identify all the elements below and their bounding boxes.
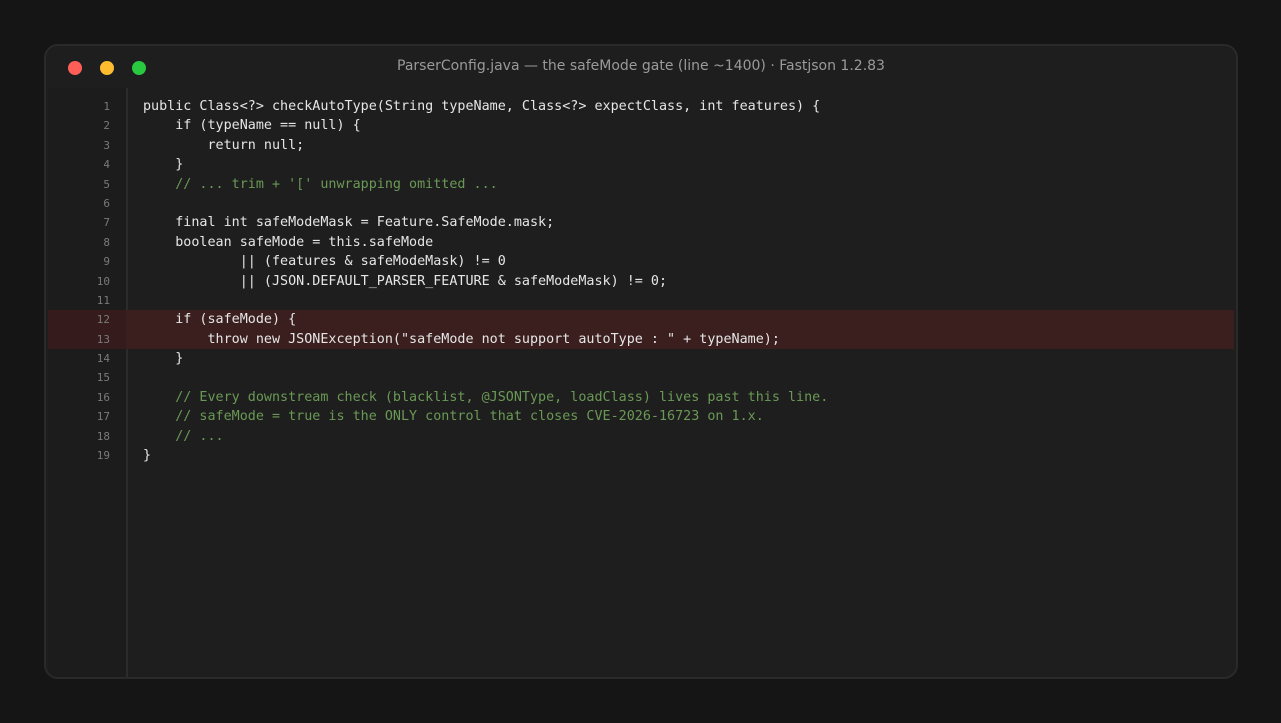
code-line-highlighted[interactable]: 13 throw new JSONException("safeMode not… (48, 329, 1234, 350)
code-text: } (143, 157, 184, 173)
code-comment: // ... (143, 428, 224, 444)
code-text: } (143, 448, 152, 464)
code-line[interactable]: 5 // ... trim + '[' unwrapping omitted .… (48, 175, 1234, 194)
code-line[interactable]: 11 (48, 291, 1234, 310)
line-number: 4 (103, 158, 110, 172)
code-text: return null; (143, 137, 305, 153)
code-line[interactable]: 10 || (JSON.DEFAULT_PARSER_FEATURE & saf… (48, 272, 1234, 291)
line-number: 6 (103, 196, 110, 210)
code-line[interactable]: 4 } (48, 155, 1234, 174)
code-line[interactable]: 15 (48, 368, 1234, 387)
line-number: 8 (103, 235, 110, 249)
code-line[interactable]: 3 return null; (48, 136, 1234, 155)
window-title: ParserConfig.java — the safeMode gate (l… (397, 58, 885, 74)
editor-window: ParserConfig.java — the safeMode gate (l… (44, 44, 1238, 679)
code-line[interactable]: 1 public Class<?> checkAutoType(String ty… (48, 97, 1234, 116)
line-number: 15 (96, 371, 110, 385)
code-line-highlighted[interactable]: 12 if (safeMode) { (48, 310, 1234, 330)
code-line[interactable]: 9 || (features & safeModeMask) != 0 (48, 252, 1234, 271)
code-comment: // Every downstream check (blacklist, @J… (143, 389, 829, 405)
line-number: 10 (96, 274, 110, 288)
line-number: 1 (103, 100, 110, 113)
line-number: 18 (96, 429, 110, 443)
line-number: 19 (96, 449, 110, 463)
line-number: 17 (96, 410, 110, 424)
code-text: } (143, 351, 184, 367)
line-number: 9 (103, 255, 110, 269)
line-number: 12 (48, 310, 126, 330)
code-text: || (JSON.DEFAULT_PARSER_FEATURE & safeMo… (143, 273, 668, 289)
code-comment: // safeMode = true is the ONLY control t… (143, 409, 764, 425)
line-number: 3 (103, 138, 110, 152)
title-bar: ParserConfig.java — the safeMode gate (l… (46, 46, 1236, 88)
line-number: 2 (103, 119, 110, 133)
code-line[interactable]: 14 } (48, 349, 1234, 368)
code-line[interactable]: 17 // safeMode = true is the ONLY contro… (48, 407, 1234, 426)
code-text: throw new JSONException("safeMode not su… (143, 331, 780, 347)
code-line[interactable]: 8 boolean safeMode = this.safeMode (48, 233, 1234, 252)
code-text: if (safeMode) { (143, 312, 297, 328)
code-text: public Class<?> checkAutoType(String typ… (143, 99, 821, 114)
code-lines[interactable]: 1 public Class<?> checkAutoType(String ty… (48, 97, 1234, 465)
code-text: || (features & safeModeMask) != 0 (143, 254, 506, 270)
line-number: 16 (96, 390, 110, 404)
code-line[interactable]: 16 // Every downstream check (blacklist,… (48, 388, 1234, 407)
code-editor[interactable]: 1 public Class<?> checkAutoType(String ty… (46, 88, 1236, 677)
code-line[interactable]: 19} (48, 446, 1234, 465)
code-text: if (typeName == null) { (143, 118, 361, 134)
code-line[interactable]: 7 final int safeModeMask = Feature.SafeM… (48, 213, 1234, 232)
code-comment: // ... trim + '[' unwrapping omitted ... (143, 176, 498, 192)
line-number: 11 (96, 293, 110, 307)
code-text: final int safeModeMask = Feature.SafeMod… (143, 215, 555, 231)
line-number: 13 (48, 329, 126, 350)
code-line[interactable]: 2 if (typeName == null) { (48, 116, 1234, 135)
code-line[interactable]: 18 // ... (48, 427, 1234, 446)
code-text: boolean safeMode = this.safeMode (143, 234, 434, 250)
line-number: 7 (103, 216, 110, 230)
code-line[interactable]: 6 (48, 194, 1234, 213)
line-number: 5 (103, 177, 110, 191)
line-number: 14 (96, 352, 110, 366)
